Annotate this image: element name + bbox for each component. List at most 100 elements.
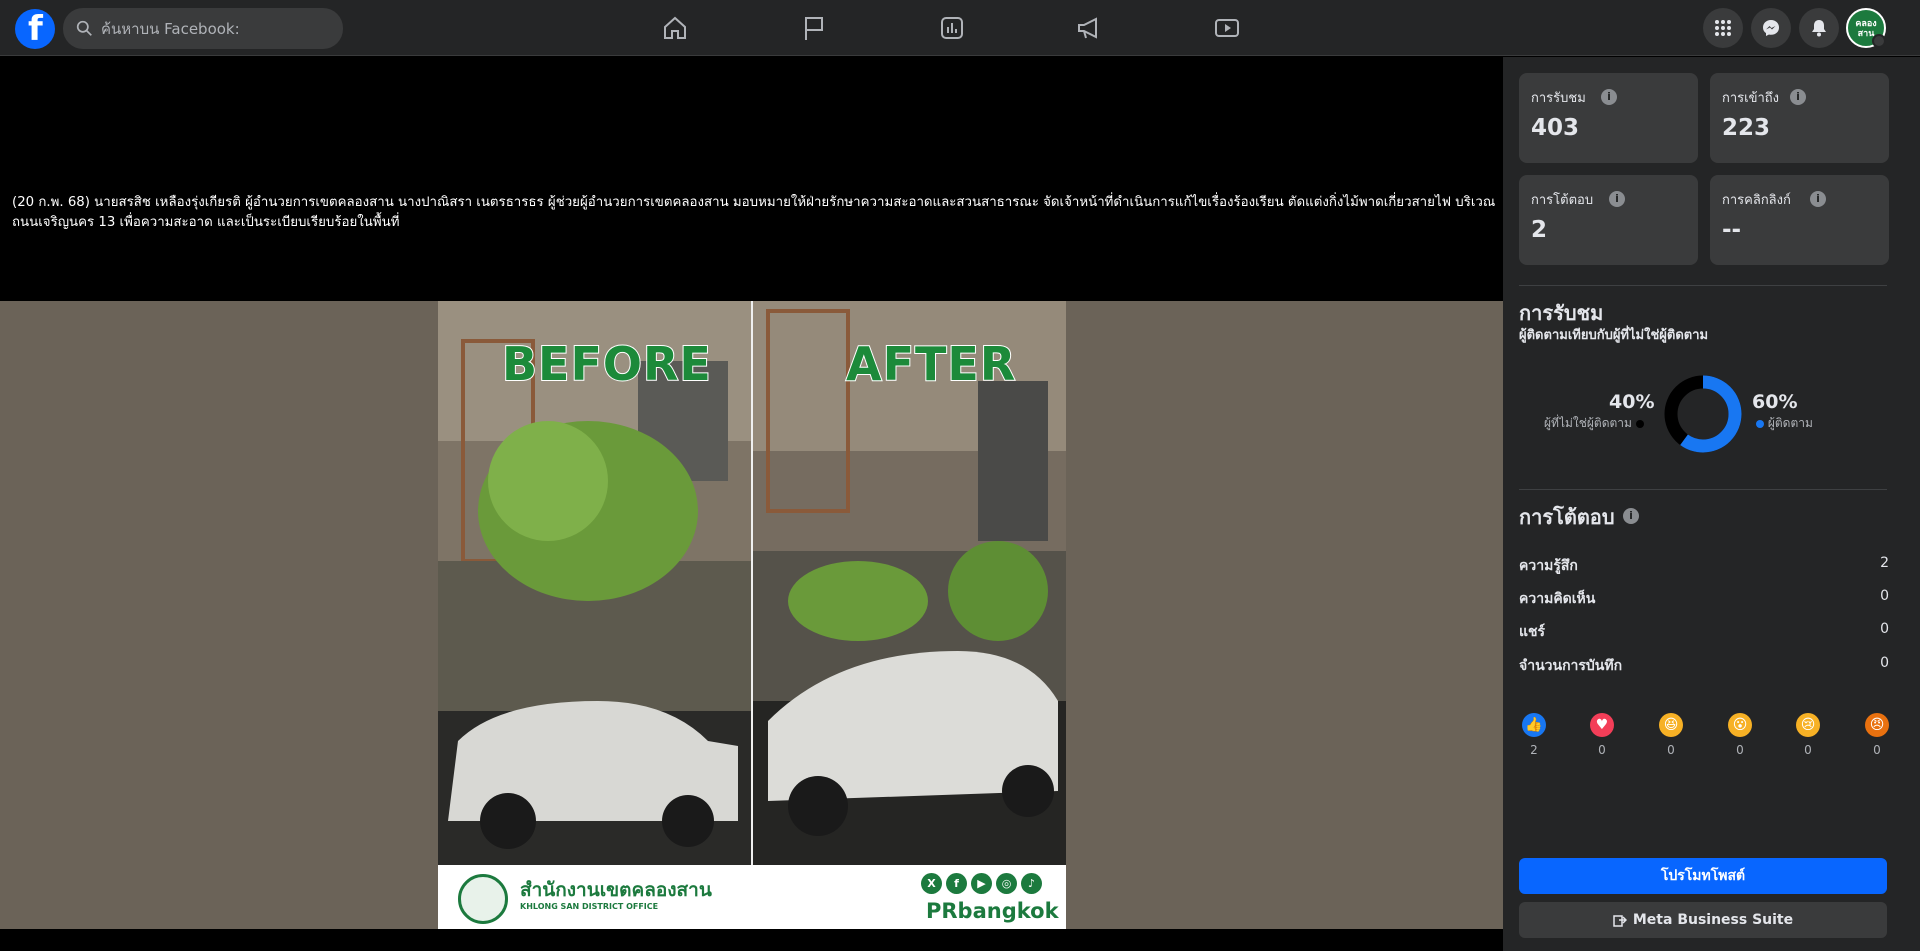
haha-icon: 😆 <box>1659 713 1683 737</box>
messenger-button[interactable] <box>1751 8 1791 48</box>
nav-pages[interactable] <box>758 0 870 56</box>
reaction-count: 2 <box>1530 743 1538 757</box>
stat-value: 403 <box>1531 115 1580 141</box>
stat-label: การรับชม <box>1531 91 1586 106</box>
sad-icon: 😢 <box>1796 713 1820 737</box>
chevron-down-icon[interactable] <box>1872 34 1886 48</box>
row-label: ความคิดเห็น <box>1519 591 1596 607</box>
post-image[interactable]: BEFORE AFTER สำนักงานเขตคลองสาน KHLONG S… <box>438 301 1066 929</box>
stat-views: การรับชม i 403 <box>1519 73 1698 163</box>
post-media-viewer: (20 ก.พ. 68) นายสรสิช เหลืองรุ่งเกียรติ … <box>0 57 1503 951</box>
before-label: BEFORE <box>501 336 712 392</box>
row-value: 0 <box>1880 588 1889 604</box>
reaction-count: 0 <box>1667 743 1675 757</box>
divider <box>1519 489 1887 490</box>
office-name-thai: สำนักงานเขตคลองสาน <box>520 879 712 901</box>
insights-panel: การรับชม i 403 การเข้าถึง i 223 การโต้ตอ… <box>1503 57 1920 951</box>
engagement-row: แชร์ 0 <box>1519 621 1889 641</box>
tiktok-icon: ♪ <box>1021 873 1042 894</box>
stat-label: การคลิกลิงก์ <box>1722 193 1791 208</box>
social-icons: X f ▶ ◎ ♪ <box>921 873 1042 894</box>
district-seal-logo <box>458 874 508 924</box>
search-input[interactable] <box>101 8 331 49</box>
info-icon[interactable]: i <box>1810 191 1826 207</box>
reaction-angry: 😠 0 <box>1862 713 1892 757</box>
image-footer-strip: สำนักงานเขตคลองสาน KHLONG SAN DISTRICT O… <box>438 865 1066 929</box>
non-follower-dot <box>1635 419 1644 428</box>
stat-label: การเข้าถึง <box>1722 91 1780 106</box>
stat-reach: การเข้าถึง i 223 <box>1710 73 1889 163</box>
facebook-logo[interactable]: f <box>15 9 55 49</box>
meta-business-suite-button[interactable]: Meta Business Suite <box>1519 902 1887 938</box>
engagement-row: จำนวนการบันทึก 0 <box>1519 655 1889 675</box>
stat-value: -- <box>1722 217 1742 243</box>
brand-handle: PRbangkok <box>926 899 1059 923</box>
wow-icon: 😮 <box>1728 713 1752 737</box>
row-value: 2 <box>1880 555 1889 571</box>
angry-icon: 😠 <box>1865 713 1889 737</box>
promote-post-button[interactable]: โปรโมทโพสต์ <box>1519 858 1887 894</box>
stat-link-clicks: การคลิกลิงก์ i -- <box>1710 175 1889 265</box>
stat-value: 2 <box>1531 217 1548 243</box>
follower-percent: 60% <box>1752 391 1798 413</box>
row-label: แชร์ <box>1519 624 1546 640</box>
ads-megaphone-icon <box>1078 17 1097 39</box>
youtube-icon: ▶ <box>971 873 992 894</box>
notifications-button[interactable] <box>1799 8 1839 48</box>
office-name-english: KHLONG SAN DISTRICT OFFICE <box>520 902 659 911</box>
row-value: 0 <box>1880 621 1889 637</box>
divider <box>1519 285 1887 286</box>
row-label: จำนวนการบันทึก <box>1519 658 1623 674</box>
reaction-like: 👍 2 <box>1519 713 1549 757</box>
reaction-count: 0 <box>1736 743 1744 757</box>
engagement-row: ความคิดเห็น 0 <box>1519 588 1889 608</box>
notifications-bell-icon <box>1812 20 1826 37</box>
info-icon[interactable]: i <box>1601 89 1617 105</box>
engagement-section-title: การโต้ตอบ <box>1519 501 1615 533</box>
stat-value: 223 <box>1722 115 1771 141</box>
reaction-wow: 😮 0 <box>1725 713 1755 757</box>
search-box[interactable] <box>63 8 343 49</box>
info-icon[interactable]: i <box>1623 508 1639 524</box>
reaction-sad: 😢 0 <box>1793 713 1823 757</box>
follower-label: ผู้ติดตาม <box>1767 416 1813 430</box>
follower-dot <box>1756 419 1764 428</box>
menu-grid-icon <box>1715 20 1731 36</box>
nav-watch[interactable] <box>1171 0 1283 56</box>
menu-button[interactable] <box>1703 8 1743 48</box>
x-icon: X <box>921 873 942 894</box>
non-follower-percent: 40% <box>1609 391 1655 413</box>
facebook-logo-letter: f <box>28 9 43 49</box>
nav-ads[interactable] <box>1033 0 1145 56</box>
love-icon: ♥ <box>1590 713 1614 737</box>
nav-home[interactable] <box>619 0 731 56</box>
reaction-count: 0 <box>1873 743 1881 757</box>
reaction-count: 0 <box>1598 743 1606 757</box>
pages-flag-icon <box>805 17 823 40</box>
views-section-subtitle: ผู้ติดตามเทียบกับผู้ที่ไม่ใช่ผู้ติดตาม <box>1519 328 1709 343</box>
facebook-icon: f <box>946 873 967 894</box>
reaction-count: 0 <box>1804 743 1812 757</box>
engagement-row: ความรู้สึก 2 <box>1519 555 1889 575</box>
like-icon: 👍 <box>1522 713 1546 737</box>
top-navigation-bar: f คลอง สาน <box>0 0 1920 56</box>
info-icon[interactable]: i <box>1790 89 1806 105</box>
engagement-title-text: การโต้ตอบ <box>1519 505 1615 529</box>
non-follower-legend: ผู้ที่ไม่ใช่ผู้ติดตาม <box>1544 414 1644 433</box>
views-donut-chart <box>1664 375 1742 453</box>
stat-label: การโต้ตอบ <box>1531 193 1594 208</box>
post-caption: (20 ก.พ. 68) นายสรสิช เหลืองรุ่งเกียรติ … <box>12 195 1496 230</box>
stat-engagement: การโต้ตอบ i 2 <box>1519 175 1698 265</box>
follower-legend: ผู้ติดตาม <box>1756 414 1813 433</box>
row-label: ความรู้สึก <box>1519 558 1578 574</box>
row-value: 0 <box>1880 655 1889 671</box>
after-label: AFTER <box>845 336 1017 392</box>
watch-video-icon <box>1215 19 1239 37</box>
business-suite-label: Meta Business Suite <box>1632 912 1794 928</box>
nav-insights[interactable] <box>896 0 1008 56</box>
insights-chart-icon <box>941 17 963 39</box>
reaction-love: ♥ 0 <box>1587 713 1617 757</box>
reaction-haha: 😆 0 <box>1656 713 1686 757</box>
info-icon[interactable]: i <box>1609 191 1625 207</box>
external-link-icon <box>1613 915 1627 927</box>
